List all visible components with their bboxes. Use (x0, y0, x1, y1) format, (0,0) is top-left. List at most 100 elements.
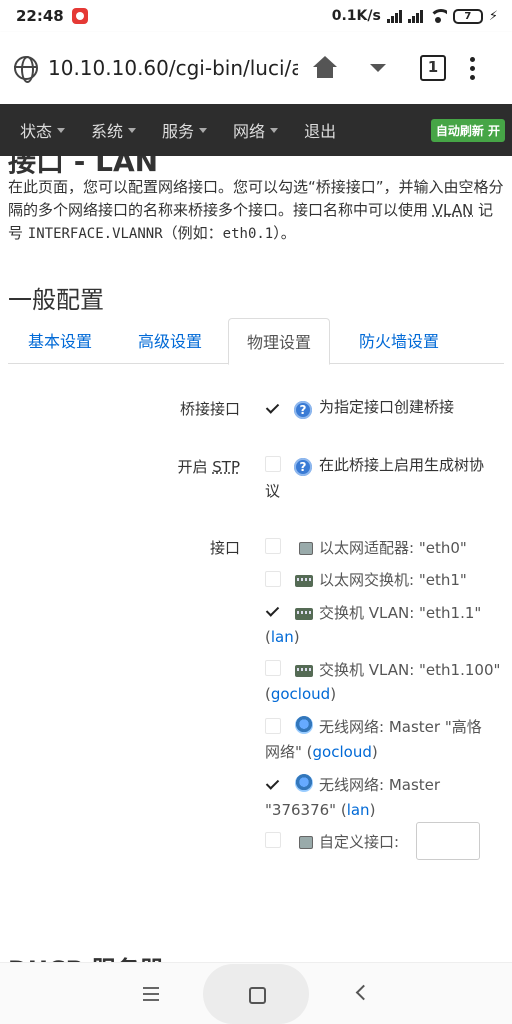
iface-label-line2: 网络" (265, 743, 307, 761)
custom-iface-input[interactable] (416, 822, 480, 860)
desc-text-3: （例如： (162, 224, 223, 242)
signal-icon-2 (407, 9, 423, 23)
nav-system[interactable]: 系统 (91, 118, 137, 142)
nav-services[interactable]: 服务 (162, 118, 208, 142)
nav-services-label: 服务 (162, 122, 195, 141)
nav-system-label: 系统 (91, 122, 124, 141)
iface-checkbox-eth0[interactable] (265, 538, 281, 554)
wifi-icon (295, 716, 313, 734)
browser-toolbar: 10.10.10.60/cgi-bin/luci/a 1 (0, 32, 512, 104)
tab-physical[interactable]: 物理设置 (228, 318, 331, 365)
caret-down-icon (199, 127, 208, 133)
iface-net-line: (gocloud) (265, 685, 337, 703)
auto-refresh-badge[interactable]: 自动刷新 开 (430, 119, 505, 142)
notification-app-icon (71, 8, 88, 24)
stp-label-prefix: 开启 (177, 458, 213, 476)
section-title: 一般配置 (8, 286, 104, 314)
iface-label: 无线网络: Master (319, 776, 441, 794)
iface-net-line: "376376" (lan) (265, 801, 376, 819)
iface-network-link[interactable]: gocloud (313, 743, 372, 761)
iface-checkbox-custom[interactable] (265, 832, 281, 848)
caret-down-icon (57, 127, 66, 133)
iface-net-line: 网络" (gocloud) (265, 743, 378, 761)
stp-help-line2: 议 (265, 482, 281, 500)
desc-example: eth0.1 (222, 226, 274, 242)
address-bar[interactable]: 10.10.10.60/cgi-bin/luci/a (48, 56, 298, 80)
iface-label: 以太网适配器: "eth0" (319, 539, 467, 557)
system-nav-bar (0, 962, 512, 1024)
ethernet-icon (299, 542, 313, 555)
iface-item: 以太网适配器: "eth0" (295, 535, 512, 561)
stp-label: 开启 STP (120, 456, 240, 477)
wifi-icon (428, 9, 447, 23)
stp-abbr: STP (212, 458, 240, 476)
signal-icon (386, 9, 402, 23)
tab-count-button[interactable]: 1 (420, 55, 446, 81)
tab-advanced[interactable]: 高级设置 (138, 328, 202, 352)
iface-item: 无线网络: Master (295, 772, 512, 798)
caret-down-icon (128, 127, 137, 133)
help-icon: ? (294, 458, 312, 476)
iface-checkbox-eth1[interactable] (265, 571, 281, 587)
nav-logout[interactable]: 退出 (304, 118, 336, 142)
iface-item: 以太网交换机: "eth1" (295, 567, 512, 593)
iface-checkbox-wifi-2[interactable] (265, 776, 281, 792)
page-description: 在此页面，您可以配置网络接口。您可以勾选“桥接接口”，并输入由空格分隔的多个网络… (8, 176, 504, 246)
desc-vlan-abbr: VLAN (432, 201, 474, 219)
config-tabs: 基本设置 高级设置 物理设置 防火墙设置 (8, 318, 504, 365)
iface-network-link[interactable]: gocloud (271, 685, 330, 703)
globe-icon[interactable] (14, 56, 38, 83)
status-time: 22:48 (16, 7, 64, 25)
chevron-down-icon[interactable] (370, 64, 386, 72)
iface-label-line2: "376376" (265, 801, 341, 819)
iface-checkbox-wifi-1[interactable] (265, 718, 281, 734)
caret-down-icon (270, 127, 279, 133)
bridge-label: 桥接接口 (179, 400, 240, 418)
iface-label: 交换机 VLAN: "eth1.1" (319, 604, 482, 622)
interfaces-label: 接口 (209, 539, 240, 557)
ethernet-icon (299, 836, 313, 849)
switch-icon (295, 608, 313, 620)
nav-network[interactable]: 网络 (233, 118, 279, 142)
iface-item: 无线网络: Master "高恪 (295, 714, 512, 740)
iface-item: 交换机 VLAN: "eth1.1" (295, 600, 512, 626)
desc-code: INTERFACE.VLANNR (27, 226, 163, 242)
battery-icon: 7 (452, 8, 483, 24)
next-section-title: DHCP 服务器 (8, 950, 164, 962)
stp-help-line1: 在此桥接上启用生成树协 (319, 456, 485, 474)
charging-icon: ⚡ (488, 8, 498, 24)
wifi-icon (295, 774, 313, 792)
luci-navbar: 状态 系统 服务 网络 退出 自动刷新 开 (0, 104, 512, 156)
iface-label: 交换机 VLAN: "eth1.100" (319, 661, 501, 679)
iface-network-link[interactable]: lan (347, 801, 370, 819)
desc-text-4: ）。 (273, 224, 296, 242)
status-indicators: 0.1K/s 7 ⚡ (332, 8, 498, 24)
iface-label: 以太网交换机: "eth1" (319, 571, 467, 589)
bridge-help: 为指定接口创建桥接 (319, 398, 455, 416)
switch-icon (295, 665, 313, 677)
stp-checkbox[interactable] (265, 456, 281, 472)
custom-iface-label: 自定义接口: (319, 833, 400, 851)
switch-icon (295, 575, 313, 587)
bridge-checkbox[interactable] (265, 400, 281, 416)
page-content: 接口 - LAN 在此页面，您可以配置网络接口。您可以勾选“桥接接口”，并输入由… (0, 156, 512, 962)
iface-label: 无线网络: Master "高恪 (319, 718, 482, 736)
iface-net-line: (lan) (265, 628, 300, 646)
status-bar: 22:48 0.1K/s 7 ⚡ (0, 0, 512, 32)
menu-icon[interactable] (143, 987, 159, 1001)
iface-checkbox-eth1-100[interactable] (265, 660, 281, 676)
home-button[interactable] (203, 964, 309, 1024)
tab-firewall[interactable]: 防火墙设置 (359, 328, 439, 352)
iface-checkbox-eth1-1[interactable] (265, 603, 281, 619)
desc-text-1: 在此页面，您可以配置网络接口。您可以勾选“桥接接口”，并输入由空格分隔的多个网络… (8, 178, 504, 219)
nav-logout-label: 退出 (304, 122, 337, 141)
nav-network-label: 网络 (233, 122, 266, 141)
nav-status-label: 状态 (20, 122, 53, 141)
home-icon[interactable] (312, 56, 338, 80)
tab-basic[interactable]: 基本设置 (28, 328, 92, 352)
iface-network-link[interactable]: lan (271, 628, 294, 646)
nav-status[interactable]: 状态 (20, 118, 66, 142)
help-icon: ? (294, 401, 312, 419)
back-icon[interactable] (355, 984, 372, 1001)
more-menu-icon[interactable] (470, 56, 475, 80)
